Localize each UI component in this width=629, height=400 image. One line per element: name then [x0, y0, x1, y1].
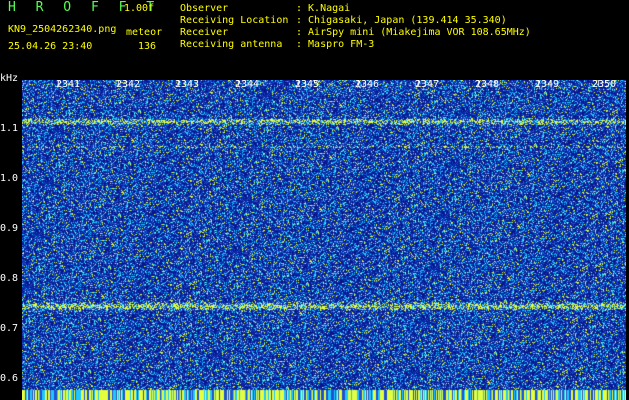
y-tick-label: 1.0 [0, 173, 19, 184]
x-tick-label: 2344 [235, 79, 260, 90]
y-tick-label: 1.1 [0, 123, 19, 134]
y-tick-label: 0.7 [0, 323, 19, 334]
x-tick-label: 2350 [592, 79, 617, 90]
y-tick-label: 0.9 [0, 223, 19, 234]
x-tick-label: 2349 [535, 79, 560, 90]
x-tick-label: 2342 [116, 79, 141, 90]
capture-filename: KN9_2504262340.png [8, 24, 117, 35]
x-tick-label: 2347 [415, 79, 440, 90]
observer-label: Observer [180, 3, 229, 14]
x-tick-label: 2345 [295, 79, 320, 90]
x-tick-label: 2341 [56, 79, 81, 90]
antenna-value: : Maspro FM-3 [296, 39, 375, 50]
capture-datetime: 25.04.26 23:40 [8, 41, 93, 52]
y-tick-label: 0.8 [0, 273, 19, 284]
receiver-label: Receiver [180, 27, 229, 38]
observer-value: : K.Nagai [296, 3, 351, 14]
y-axis-unit: kHz [0, 73, 19, 84]
meteor-label: meteor [126, 27, 163, 38]
location-value: : Chigasaki, Japan (139.414 35.340) [296, 15, 507, 26]
x-tick-label: 2346 [355, 79, 380, 90]
antenna-label: Receiving antenna [180, 39, 283, 50]
receiver-value: : AirSpy mini (Miakejima VOR 108.65MHz) [296, 27, 531, 38]
spectrogram-waterfall[interactable] [22, 80, 626, 400]
hrofft-window: { "app": { "title": "H R O F F T", "vers… [0, 0, 629, 400]
location-label: Receiving Location [180, 15, 289, 26]
meteor-count: 136 [138, 41, 157, 52]
app-version: 1.00f [124, 3, 155, 14]
x-tick-label: 2343 [175, 79, 200, 90]
x-tick-label: 2348 [475, 79, 500, 90]
y-tick-label: 0.6 [0, 373, 19, 384]
